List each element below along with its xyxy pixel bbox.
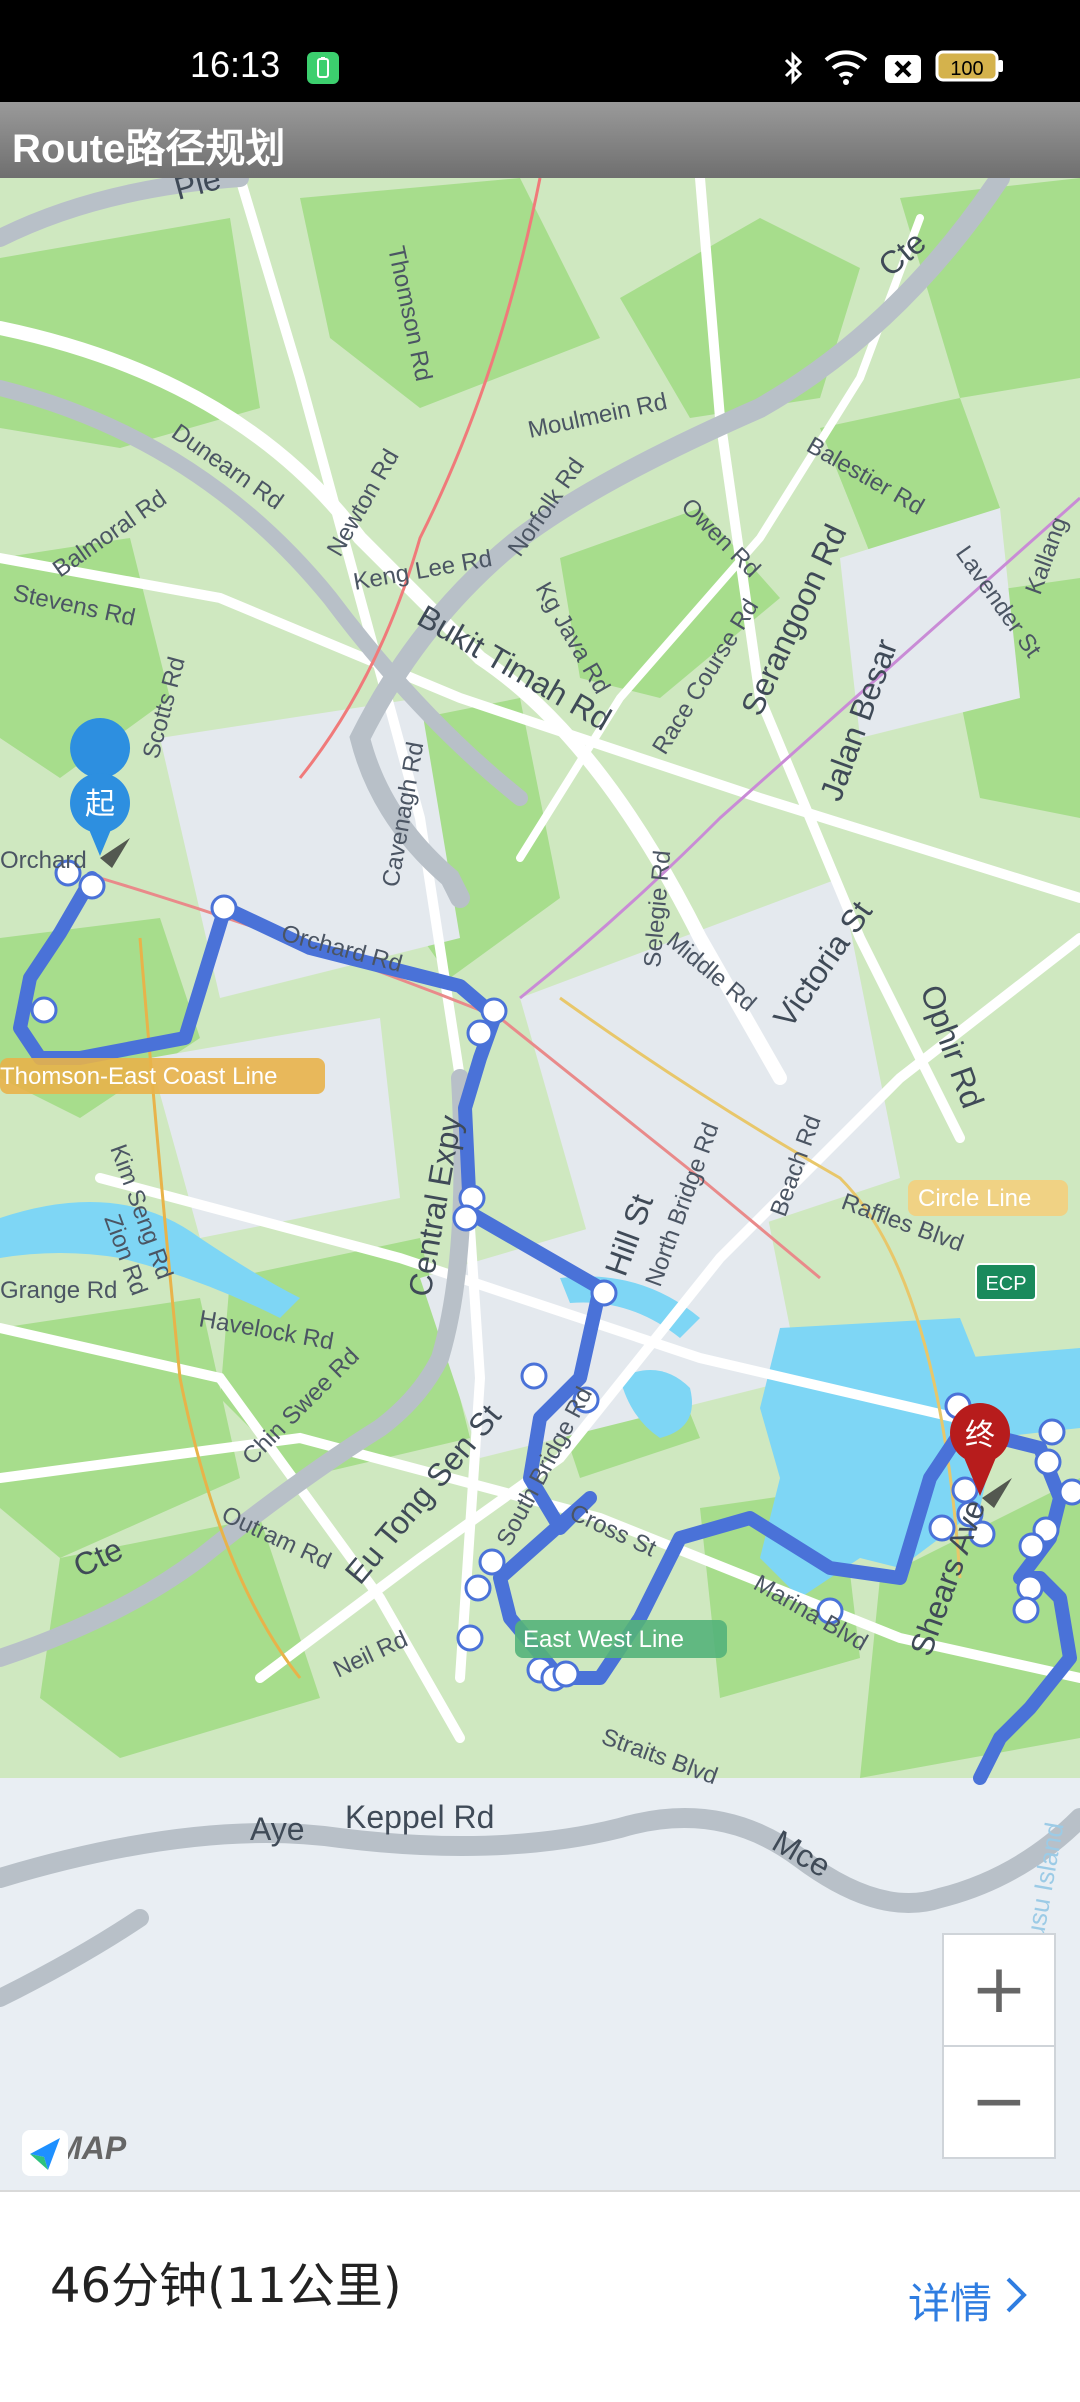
- app-bar: Route路径规划: [0, 102, 1080, 178]
- svg-text:Circle Line: Circle Line: [918, 1185, 1031, 1212]
- zoom-out-button[interactable]: −: [942, 2045, 1056, 2159]
- map-canvas[interactable]: Dunearn Rd Thomson Rd Moulmein Rd Balest…: [0, 178, 1080, 2190]
- road-label: Keppel Rd: [345, 1799, 494, 1835]
- bluetooth-icon: [780, 50, 808, 90]
- line-label-east-west: East West Line: [515, 1620, 727, 1658]
- details-label: 详情: [907, 2279, 992, 2328]
- status-bar: 16:13 100: [0, 0, 1080, 102]
- status-time: 16:13: [190, 44, 281, 85]
- line-label-thomson: Thomson-East Coast Line: [0, 1058, 325, 1094]
- road-label: Grange Rd: [0, 1277, 117, 1304]
- minus-icon: −: [970, 2062, 1028, 2141]
- chevron-right-icon: [1004, 2275, 1028, 2326]
- svg-text:East West Line: East West Line: [523, 1626, 684, 1653]
- plus-icon: +: [970, 1950, 1028, 2029]
- road-label: Orchard: [0, 847, 87, 874]
- amap-logo: AMAP: [22, 2130, 126, 2176]
- map-view[interactable]: Dunearn Rd Thomson Rd Moulmein Rd Balest…: [0, 178, 1080, 2190]
- route-summary-panel: 46分钟(11公里) 详情: [0, 2190, 1080, 2402]
- battery-level: 100: [950, 58, 983, 80]
- details-link[interactable]: 详情: [908, 2270, 1028, 2331]
- svg-text:终: 终: [965, 1418, 995, 1453]
- ecp-shield: ECP: [975, 1263, 1037, 1301]
- battery-saver-icon: [305, 50, 341, 90]
- road-label: Aye: [250, 1811, 305, 1847]
- route-duration-distance: 46分钟(11公里): [50, 2258, 402, 2314]
- battery-icon: 100: [935, 50, 1005, 86]
- svg-text:Thomson-East Coast Line: Thomson-East Coast Line: [0, 1063, 277, 1090]
- zoom-in-button[interactable]: +: [942, 1933, 1056, 2047]
- svg-text:ECP: ECP: [985, 1273, 1026, 1295]
- line-label-circle: Circle Line: [908, 1180, 1068, 1216]
- amap-logo-icon: [22, 2130, 68, 2176]
- wifi-icon: [822, 46, 870, 90]
- svg-text:起: 起: [85, 787, 115, 822]
- no-sim-icon: [884, 54, 922, 88]
- page-title: Route路径规划: [12, 127, 286, 171]
